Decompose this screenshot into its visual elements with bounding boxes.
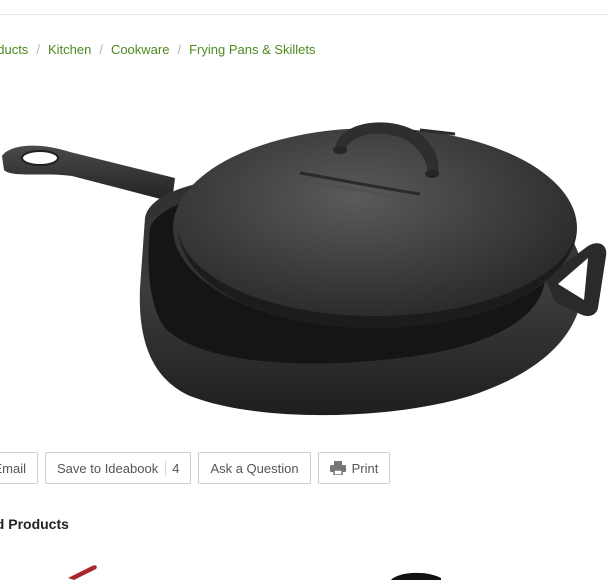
skillet-lid (173, 122, 577, 328)
print-icon (329, 461, 346, 475)
email-label: Email (0, 460, 26, 476)
breadcrumb-frying-pans-skillets[interactable]: Frying Pans & Skillets (189, 42, 315, 57)
ask-label: Ask a Question (210, 460, 299, 476)
breadcrumb: oducts / Kitchen / Cookware / Frying Pan… (0, 42, 316, 57)
save-label: Save to Ideabook (57, 460, 159, 476)
header-divider (0, 14, 609, 15)
action-bar: Email Save to Ideabook 4 Ask a Question … (0, 452, 391, 484)
breadcrumb-separator: / (36, 42, 40, 57)
print-button[interactable]: Print (317, 452, 391, 484)
save-to-ideabook-button[interactable]: Save to Ideabook 4 (45, 452, 192, 484)
related-products-title: ed Products (0, 516, 69, 532)
ask-question-button[interactable]: Ask a Question (198, 452, 311, 484)
breadcrumb-products[interactable]: oducts (0, 42, 28, 57)
breadcrumb-cookware[interactable]: Cookware (111, 42, 170, 57)
email-button[interactable]: Email (0, 452, 38, 484)
skillet-handle (2, 145, 175, 202)
product-page: oducts / Kitchen / Cookware / Frying Pan… (0, 0, 609, 580)
product-image[interactable] (0, 78, 609, 428)
print-label: Print (351, 460, 379, 476)
breadcrumb-kitchen[interactable]: Kitchen (48, 42, 91, 57)
save-count: 4 (165, 460, 179, 476)
related-product-thumbnail[interactable] (386, 570, 446, 580)
related-product-thumbnail[interactable] (64, 562, 104, 580)
breadcrumb-separator: / (99, 42, 103, 57)
breadcrumb-separator: / (177, 42, 182, 57)
